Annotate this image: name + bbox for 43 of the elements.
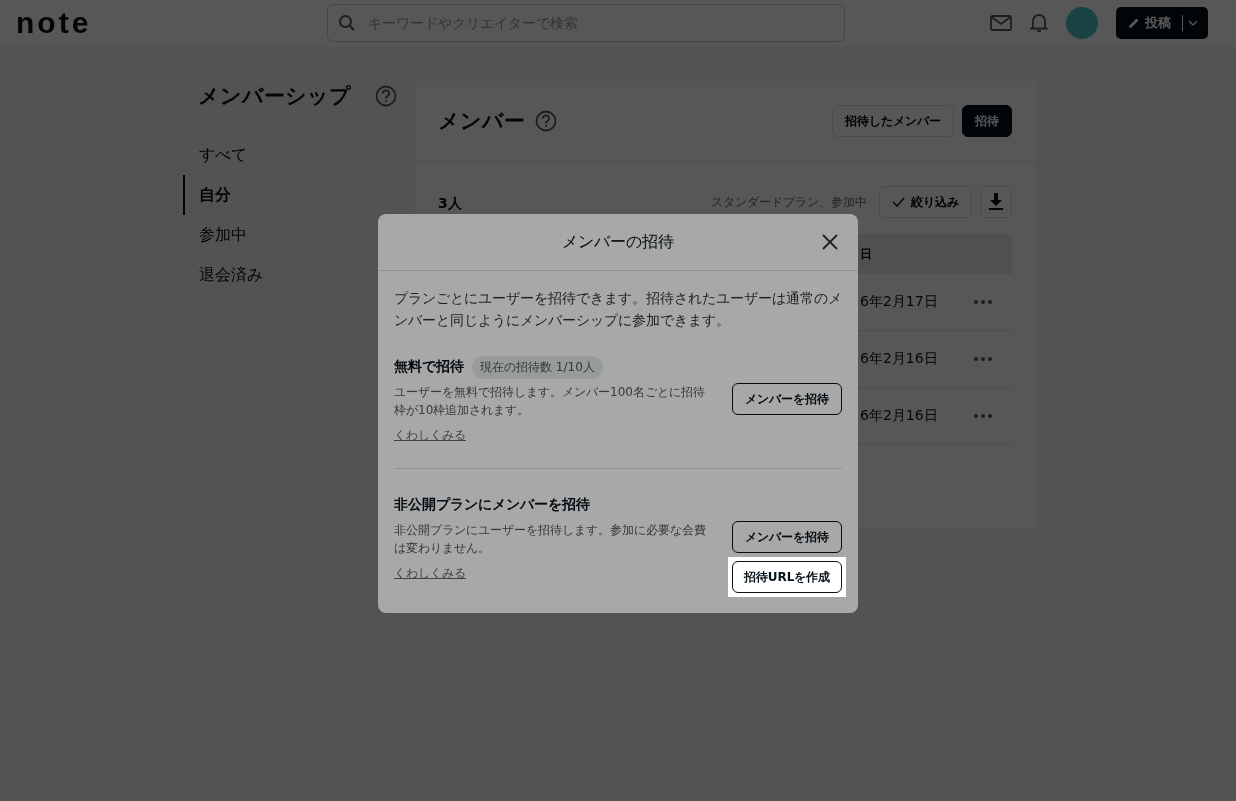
caret-icon	[1188, 20, 1198, 26]
mail-icon[interactable]	[990, 15, 1012, 31]
bell-icon[interactable]	[1030, 13, 1048, 33]
more-icon[interactable]	[974, 357, 992, 361]
table-cell-text: 6年2月16日	[860, 407, 939, 425]
page-title: メンバー	[438, 108, 525, 135]
filter-button[interactable]: 絞り込み	[879, 186, 972, 218]
more-icon[interactable]	[974, 414, 992, 418]
invite-count-badge: 現在の招待数 1/10人	[472, 355, 603, 379]
check-icon	[892, 197, 905, 207]
section-title: 無料で招待	[394, 358, 464, 376]
search-icon	[338, 14, 356, 32]
invited-members-button[interactable]: 招待したメンバー	[832, 105, 954, 137]
more-icon[interactable]	[974, 300, 992, 304]
post-button[interactable]: 投稿	[1116, 7, 1208, 39]
column-header: 日	[860, 245, 872, 263]
section-description: 非公開プランにユーザーを招待します。参加に必要な会費は変わりません。	[394, 522, 707, 557]
details-link[interactable]: くわしくみる	[394, 565, 466, 582]
invite-button[interactable]: 招待	[962, 105, 1012, 137]
sidebar-item[interactable]: 参加中	[183, 215, 247, 255]
dialog-description: プランごとにユーザーを招待できます。招待されたユーザーは通常のメンバーと同じようにメンバーシップに参加できます。	[394, 289, 842, 330]
help-icon[interactable]	[375, 85, 397, 107]
create-url-button[interactable]: 招待URLを作成	[732, 561, 842, 593]
pencil-icon	[1128, 17, 1140, 29]
table-cell-text: 6年2月16日	[860, 350, 939, 368]
logo[interactable]: note	[16, 8, 327, 38]
invite-member-button[interactable]: メンバーを招待	[732, 383, 842, 415]
sidebar-item[interactable]: 退会済み	[183, 255, 263, 295]
close-icon[interactable]	[822, 234, 838, 250]
table-cell-text: 6年2月17日	[860, 293, 939, 311]
invite-member-button[interactable]: メンバーを招待	[732, 521, 842, 553]
details-link[interactable]: くわしくみる	[394, 427, 466, 444]
section-description: ユーザーを無料で招待します。メンバー100名ごとに招待枠が10枠追加されます。	[394, 384, 706, 419]
avatar[interactable]	[1066, 7, 1098, 39]
sidebar-item[interactable]: すべて	[183, 135, 247, 175]
sidebar-item[interactable]: 自分	[183, 175, 231, 215]
download-button[interactable]	[980, 186, 1012, 218]
section-title: 非公開プランにメンバーを招待	[394, 496, 590, 514]
dialog-title: メンバーの招待	[562, 231, 674, 253]
sidebar-title: メンバーシップ	[198, 83, 351, 110]
download-icon	[988, 193, 1004, 211]
member-count: 3人	[438, 195, 462, 213]
help-icon[interactable]	[535, 110, 557, 132]
